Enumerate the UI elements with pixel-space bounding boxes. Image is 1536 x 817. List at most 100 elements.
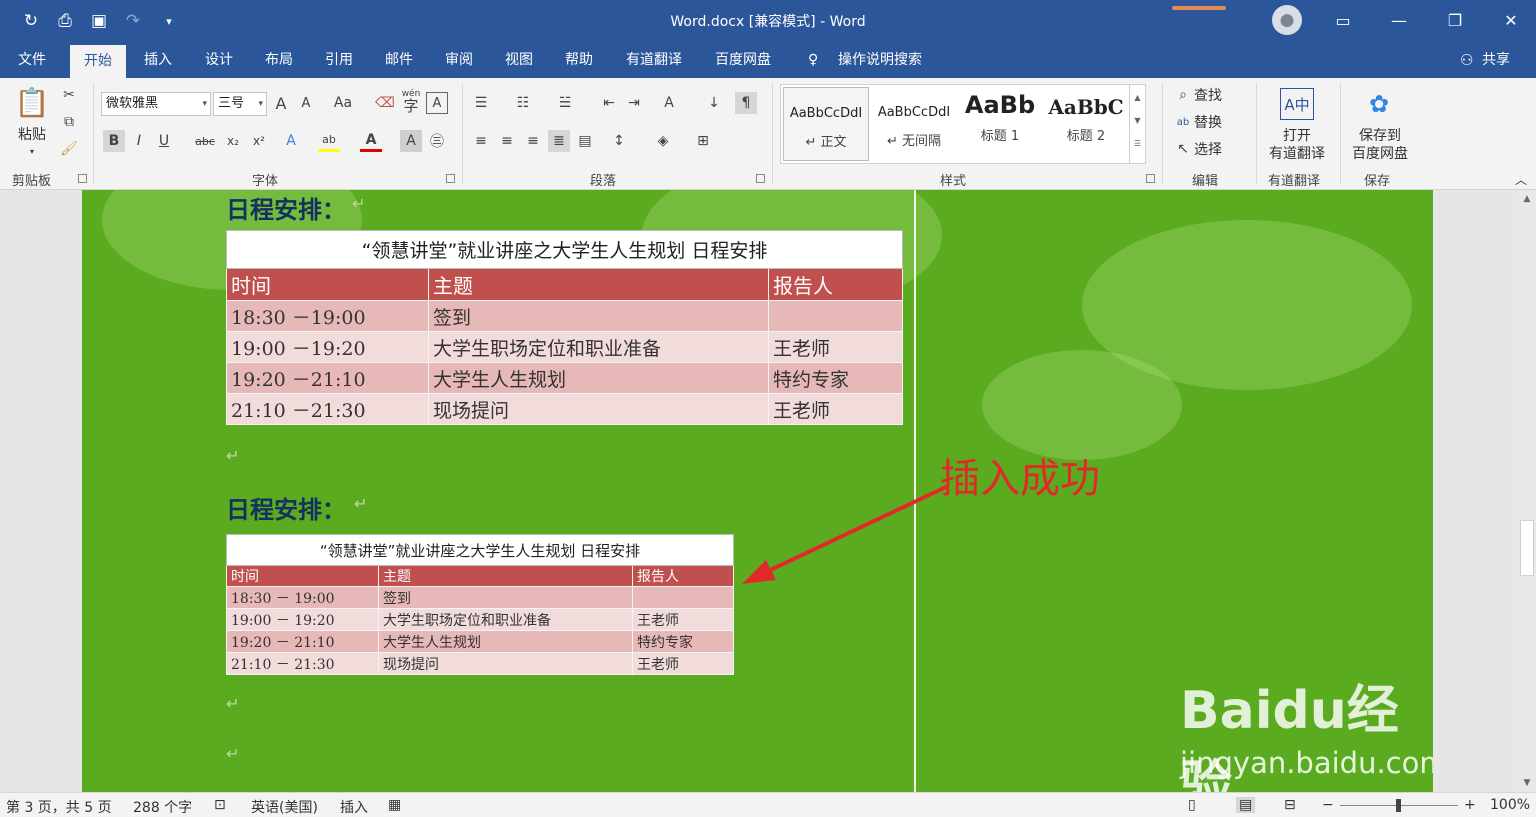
- autosave-icon[interactable]: ↻: [18, 8, 44, 34]
- shading-icon[interactable]: ◈: [652, 130, 674, 152]
- web-layout-icon[interactable]: ⊟: [1284, 797, 1296, 813]
- tab-layout[interactable]: 布局: [265, 42, 293, 78]
- youdao-translate-icon[interactable]: A中: [1280, 88, 1314, 120]
- macro-icon[interactable]: ▦: [388, 797, 401, 813]
- tab-references[interactable]: 引用: [325, 42, 353, 78]
- scroll-up-icon[interactable]: ▲: [1518, 190, 1536, 208]
- paste-button[interactable]: 粘贴: [12, 124, 52, 144]
- chinese-layout-icon[interactable]: A: [658, 92, 680, 114]
- proofing-icon[interactable]: ⊡: [214, 797, 226, 813]
- tab-insert[interactable]: 插入: [144, 42, 172, 78]
- read-mode-icon[interactable]: ▯: [1188, 797, 1196, 813]
- insert-mode[interactable]: 插入: [340, 797, 368, 817]
- share-icon[interactable]: ⚇: [1460, 42, 1473, 78]
- print-layout-icon[interactable]: ▤: [1236, 797, 1256, 813]
- character-shading-icon[interactable]: A: [400, 130, 422, 152]
- share-button[interactable]: 共享: [1482, 42, 1510, 78]
- word-count[interactable]: 288 个字: [133, 797, 192, 817]
- tab-design[interactable]: 设计: [205, 42, 233, 78]
- schedule-table-inserted[interactable]: “领慧讲堂”就业讲座之大学生人生规划 日程安排 时间 主题 报告人 18:30 …: [226, 534, 734, 675]
- sort-icon[interactable]: ↓: [703, 92, 725, 114]
- decrease-indent-icon[interactable]: ⇤: [598, 92, 620, 114]
- zoom-slider-thumb[interactable]: [1396, 799, 1401, 812]
- tab-youdao[interactable]: 有道翻译: [626, 42, 682, 78]
- line-spacing-icon[interactable]: ↕: [608, 130, 630, 152]
- highlight-icon[interactable]: ab: [318, 130, 340, 152]
- subscript-icon[interactable]: x₂: [222, 130, 244, 152]
- styles-down-icon[interactable]: ▼: [1130, 116, 1145, 125]
- youdao-open-line1[interactable]: 打开: [1262, 126, 1332, 144]
- italic-icon[interactable]: I: [128, 130, 150, 152]
- select-button[interactable]: 选择: [1194, 138, 1222, 160]
- schedule-table-original[interactable]: “领慧讲堂”就业讲座之大学生人生规划 日程安排 时间 主题 报告人 18:30 …: [226, 230, 903, 425]
- find-button[interactable]: 查找: [1194, 84, 1222, 106]
- bold-icon[interactable]: B: [103, 130, 125, 152]
- scroll-thumb[interactable]: [1520, 520, 1534, 576]
- youdao-open-line2[interactable]: 有道翻译: [1262, 144, 1332, 162]
- justify-icon[interactable]: ≣: [548, 130, 570, 152]
- paste-dropdown-icon[interactable]: ▾: [24, 146, 40, 156]
- style-heading-2[interactable]: AaBbC 标题 2: [1043, 87, 1129, 161]
- baidu-save-line1[interactable]: 保存到: [1344, 126, 1416, 144]
- find-icon[interactable]: ⌕: [1172, 84, 1194, 106]
- print-preview-icon[interactable]: ⎙: [52, 8, 78, 34]
- paste-icon[interactable]: 📋: [14, 84, 50, 120]
- phonetic-guide-icon[interactable]: 字: [400, 94, 422, 116]
- restore-icon[interactable]: ❐: [1432, 4, 1478, 36]
- zoom-level[interactable]: 100%: [1490, 797, 1530, 813]
- text-effects-icon[interactable]: A: [280, 130, 302, 152]
- paragraph-launcher-icon[interactable]: [756, 174, 765, 183]
- cut-icon[interactable]: ✂: [58, 84, 80, 106]
- tab-view[interactable]: 视图: [505, 42, 533, 78]
- scroll-down-icon[interactable]: ▼: [1518, 774, 1536, 792]
- distributed-icon[interactable]: ▤: [574, 130, 596, 152]
- align-center-icon[interactable]: ≡: [496, 130, 518, 152]
- tab-baidu-netdisk[interactable]: 百度网盘: [715, 42, 771, 78]
- user-avatar-icon[interactable]: ●: [1272, 5, 1302, 35]
- styles-up-icon[interactable]: ▲: [1130, 93, 1145, 102]
- vertical-scrollbar[interactable]: ▲ ▼: [1518, 190, 1536, 792]
- font-launcher-icon[interactable]: [446, 174, 455, 183]
- select-icon[interactable]: ↖: [1172, 138, 1194, 160]
- numbering-icon[interactable]: ☷: [512, 92, 534, 114]
- page-count[interactable]: 第 3 页，共 5 页: [6, 797, 112, 817]
- tell-me-search[interactable]: 操作说明搜索: [838, 42, 922, 78]
- style-normal[interactable]: AaBbCcDdI ↵ 正文: [783, 87, 869, 161]
- tab-mailings[interactable]: 邮件: [385, 42, 413, 78]
- font-color-icon[interactable]: A: [360, 130, 382, 152]
- enclose-characters-icon[interactable]: ㊂: [426, 130, 448, 152]
- font-name-combo[interactable]: 微软雅黑 ▾: [101, 92, 211, 116]
- minimize-icon[interactable]: —: [1376, 4, 1422, 36]
- character-border-icon[interactable]: A: [426, 92, 448, 114]
- document-page[interactable]: 日程安排： ↵ “领慧讲堂”就业讲座之大学生人生规划 日程安排 时间 主题 报告…: [82, 190, 1433, 792]
- show-marks-icon[interactable]: ¶: [735, 92, 757, 114]
- multilevel-list-icon[interactable]: ☱: [554, 92, 576, 114]
- change-case-icon[interactable]: Aa: [328, 92, 358, 114]
- copy-icon[interactable]: ⧉: [58, 111, 80, 133]
- redo-icon[interactable]: ↷: [120, 8, 146, 34]
- zoom-in-icon[interactable]: +: [1464, 797, 1476, 813]
- language-indicator[interactable]: 英语(美国): [251, 797, 318, 817]
- grow-font-icon[interactable]: A: [270, 92, 292, 114]
- clear-formatting-icon[interactable]: ⌫: [374, 92, 396, 114]
- ribbon-display-options-icon[interactable]: ▭: [1320, 4, 1366, 36]
- superscript-icon[interactable]: x²: [248, 130, 270, 152]
- customize-quick-access-icon[interactable]: ▾: [156, 8, 182, 34]
- baidu-save-line2[interactable]: 百度网盘: [1344, 144, 1416, 162]
- replace-icon[interactable]: ab: [1172, 111, 1194, 133]
- strikethrough-icon[interactable]: abc: [194, 130, 216, 152]
- increase-indent-icon[interactable]: ⇥: [623, 92, 645, 114]
- align-left-icon[interactable]: ≡: [470, 130, 492, 152]
- tab-review[interactable]: 审阅: [445, 42, 473, 78]
- format-painter-icon[interactable]: 🖌: [58, 138, 80, 160]
- tab-help[interactable]: 帮助: [565, 42, 593, 78]
- align-right-icon[interactable]: ≡: [522, 130, 544, 152]
- baidu-netdisk-icon[interactable]: ✿: [1362, 88, 1396, 120]
- underline-icon[interactable]: U: [153, 130, 175, 152]
- zoom-out-icon[interactable]: −: [1322, 797, 1334, 813]
- tab-file[interactable]: 文件: [18, 42, 46, 78]
- style-no-spacing[interactable]: AaBbCcDdI ↵ 无间隔: [871, 87, 957, 161]
- close-icon[interactable]: ✕: [1488, 4, 1534, 36]
- borders-icon[interactable]: ⊞: [692, 130, 714, 152]
- shrink-font-icon[interactable]: A: [295, 92, 317, 114]
